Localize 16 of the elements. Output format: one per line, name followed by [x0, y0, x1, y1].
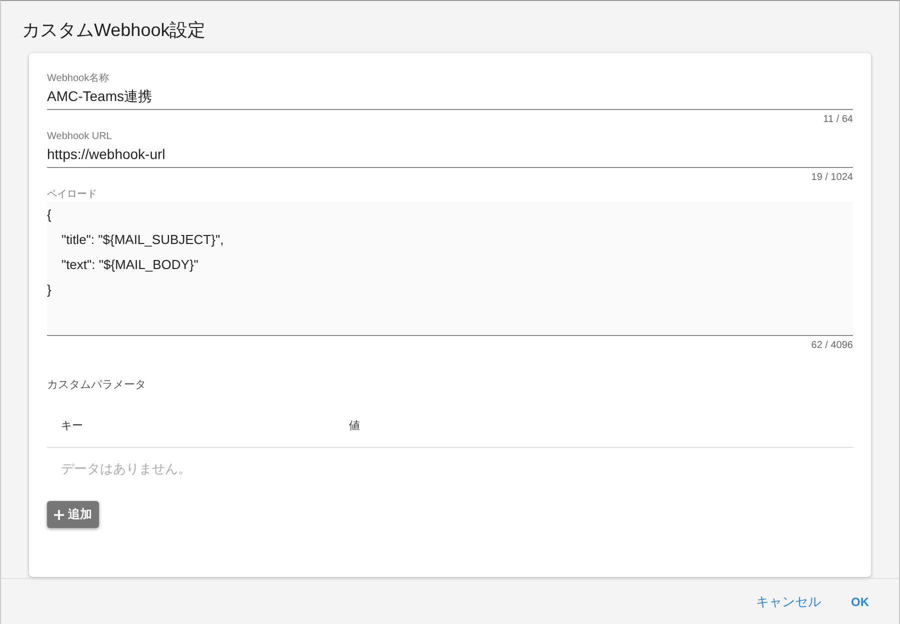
char-counter: 19 / 1024: [811, 172, 853, 183]
char-counter: 62 / 4096: [811, 340, 853, 351]
empty-message: データはありません。: [61, 460, 191, 478]
column-header: キー: [61, 419, 83, 433]
section-title: カスタムパラメータ: [47, 378, 146, 392]
input-field[interactable]: AMC-Teams連携: [47, 85, 853, 110]
plus-icon: [54, 510, 64, 520]
add-button[interactable]: 追加: [47, 501, 99, 528]
input-field[interactable]: https://webhook-url: [47, 143, 853, 168]
field-label: ペイロード: [47, 189, 97, 201]
column-header: 値: [349, 419, 360, 433]
field-label: Webhook名称: [47, 73, 110, 85]
field-label: Webhook URL: [47, 131, 112, 143]
payload-field[interactable]: { "title": "${MAIL_SUBJECT}", "text": "${MAIL_BODY}" }: [47, 202, 853, 336]
char-counter: 11 / 64: [823, 114, 853, 125]
dialog-title: カスタムWebhook設定: [22, 19, 206, 42]
